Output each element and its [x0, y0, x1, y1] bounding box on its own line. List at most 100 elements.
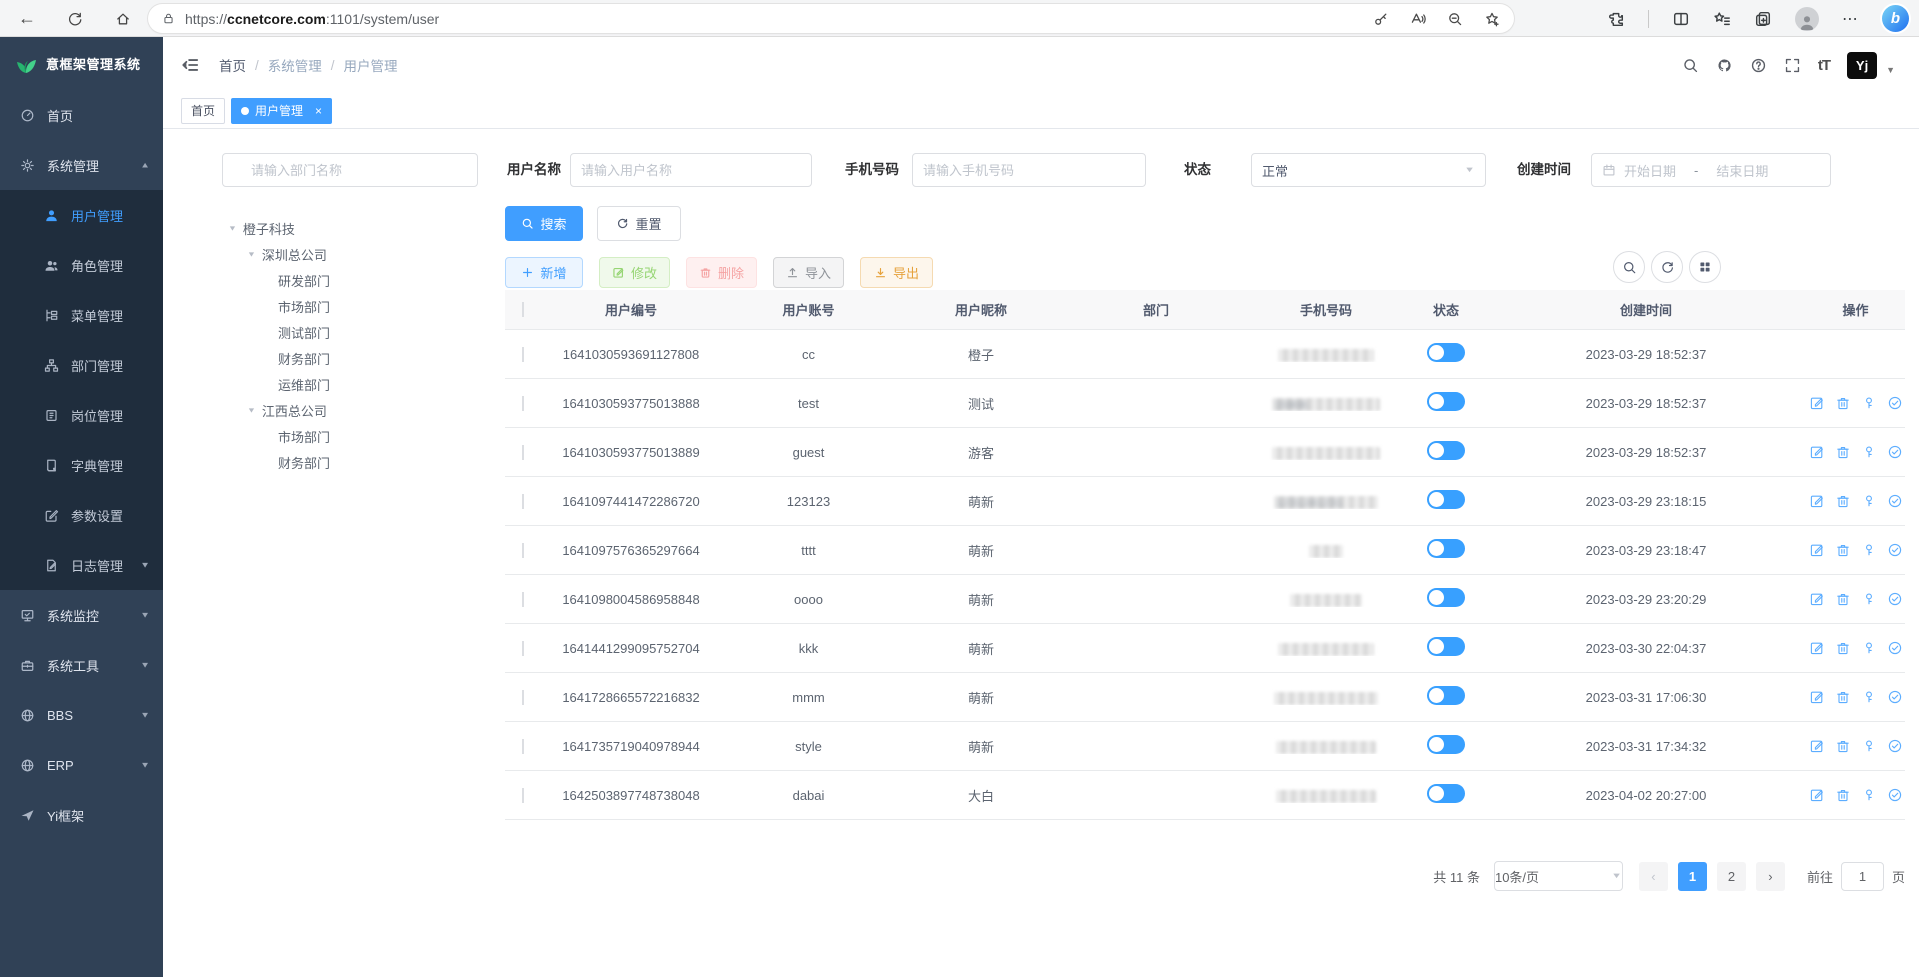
- status-select[interactable]: 正常 ▼: [1251, 153, 1486, 187]
- status-toggle[interactable]: [1427, 637, 1465, 656]
- assign-role-check-icon[interactable]: [1887, 738, 1903, 754]
- breadcrumb-system[interactable]: 系统管理: [268, 55, 322, 75]
- sidebar-item-log-mgmt[interactable]: 日志管理 ▼: [0, 540, 163, 590]
- assign-role-check-icon[interactable]: [1887, 787, 1903, 803]
- edit-icon[interactable]: [1809, 738, 1825, 754]
- assign-role-check-icon[interactable]: [1887, 640, 1903, 656]
- browser-home-icon[interactable]: [108, 4, 138, 34]
- row-checkbox[interactable]: [522, 690, 524, 705]
- prev-page-button[interactable]: ‹: [1639, 862, 1668, 891]
- delete-icon[interactable]: [1835, 689, 1851, 705]
- reset-button[interactable]: 重置: [597, 206, 681, 241]
- sidebar-item-dept-mgmt[interactable]: 部门管理: [0, 340, 163, 390]
- github-icon[interactable]: [1716, 57, 1733, 74]
- reset-password-key-icon[interactable]: [1861, 444, 1877, 460]
- status-toggle[interactable]: [1427, 539, 1465, 558]
- row-checkbox[interactable]: [522, 494, 524, 509]
- read-aloud-icon[interactable]: [1410, 11, 1426, 27]
- sidebar-item-system-monitor[interactable]: 系统监控 ▼: [0, 590, 163, 640]
- sidebar-item-bbs[interactable]: BBS ▼: [0, 690, 163, 740]
- username-input[interactable]: [570, 153, 812, 187]
- fullscreen-icon[interactable]: [1784, 57, 1801, 74]
- tree-node[interactable]: 运维部门: [222, 371, 478, 397]
- phone-input[interactable]: [912, 153, 1146, 187]
- tree-node[interactable]: 财务部门: [222, 449, 478, 475]
- tree-expand-arrow-icon[interactable]: ▼: [228, 224, 237, 232]
- tree-node[interactable]: 财务部门: [222, 345, 478, 371]
- reset-password-key-icon[interactable]: [1861, 787, 1877, 803]
- browser-refresh-icon[interactable]: [60, 4, 90, 34]
- status-toggle[interactable]: [1427, 784, 1465, 803]
- column-settings-button[interactable]: [1689, 251, 1721, 283]
- edit-icon[interactable]: [1809, 591, 1825, 607]
- reset-password-key-icon[interactable]: [1861, 640, 1877, 656]
- sidebar-item-user-mgmt[interactable]: 用户管理: [0, 190, 163, 240]
- tag-user-mgmt[interactable]: 用户管理 ×: [231, 98, 332, 124]
- sidebar-item-system-mgmt[interactable]: 系统管理 ▲: [0, 140, 163, 190]
- breadcrumb-home[interactable]: 首页: [219, 55, 246, 75]
- browser-profile-avatar[interactable]: [1795, 7, 1819, 31]
- reset-password-key-icon[interactable]: [1861, 591, 1877, 607]
- add-favorite-icon[interactable]: [1484, 11, 1500, 27]
- tree-expand-arrow-icon[interactable]: ▼: [247, 250, 256, 258]
- split-screen-icon[interactable]: [1672, 10, 1690, 28]
- tree-node[interactable]: 市场部门: [222, 423, 478, 449]
- delete-icon[interactable]: [1835, 395, 1851, 411]
- next-page-button[interactable]: ›: [1756, 862, 1785, 891]
- delete-icon[interactable]: [1835, 493, 1851, 509]
- sidebar-item-dict-mgmt[interactable]: 字典管理: [0, 440, 163, 490]
- assign-role-check-icon[interactable]: [1887, 542, 1903, 558]
- tree-expand-arrow-icon[interactable]: ▼: [247, 406, 256, 414]
- delete-icon[interactable]: [1835, 787, 1851, 803]
- sidebar-item-menu-mgmt[interactable]: 菜单管理: [0, 290, 163, 340]
- dept-search-input[interactable]: [222, 153, 478, 187]
- reset-password-key-icon[interactable]: [1861, 542, 1877, 558]
- password-key-icon[interactable]: [1373, 11, 1389, 27]
- user-avatar[interactable]: Yj: [1847, 52, 1877, 79]
- page-1-button[interactable]: 1: [1678, 862, 1707, 891]
- row-checkbox[interactable]: [522, 347, 524, 362]
- date-range-picker[interactable]: 开始日期 - 结束日期: [1591, 153, 1831, 187]
- edit-icon[interactable]: [1809, 444, 1825, 460]
- delete-icon[interactable]: [1835, 444, 1851, 460]
- row-checkbox[interactable]: [522, 788, 524, 803]
- status-toggle[interactable]: [1427, 735, 1465, 754]
- tree-node[interactable]: ▼橙子科技: [222, 215, 478, 241]
- status-toggle[interactable]: [1427, 392, 1465, 411]
- row-checkbox[interactable]: [522, 739, 524, 754]
- status-toggle[interactable]: [1427, 441, 1465, 460]
- edit-icon[interactable]: [1809, 493, 1825, 509]
- row-checkbox[interactable]: [522, 445, 524, 460]
- sidebar-item-role-mgmt[interactable]: 角色管理: [0, 240, 163, 290]
- address-bar[interactable]: https://ccnetcore.com:1101/system/user: [148, 4, 1514, 33]
- header-search-icon[interactable]: [1682, 57, 1699, 74]
- sidebar-item-erp[interactable]: ERP ▼: [0, 740, 163, 790]
- row-checkbox[interactable]: [522, 396, 524, 411]
- tree-node[interactable]: ▼江西总公司: [222, 397, 478, 423]
- tag-close-icon[interactable]: ×: [315, 104, 322, 118]
- assign-role-check-icon[interactable]: [1887, 591, 1903, 607]
- import-button[interactable]: 导入: [773, 257, 844, 288]
- page-2-button[interactable]: 2: [1717, 862, 1746, 891]
- copilot-bing-icon[interactable]: b: [1882, 5, 1909, 32]
- font-size-icon[interactable]: tT: [1818, 57, 1830, 74]
- edit-icon[interactable]: [1809, 542, 1825, 558]
- delete-button[interactable]: 删除: [686, 257, 757, 288]
- assign-role-check-icon[interactable]: [1887, 493, 1903, 509]
- edit-icon[interactable]: [1809, 787, 1825, 803]
- tree-node[interactable]: 市场部门: [222, 293, 478, 319]
- export-button[interactable]: 导出: [860, 257, 933, 288]
- row-checkbox[interactable]: [522, 641, 524, 656]
- help-icon[interactable]: [1750, 57, 1767, 74]
- delete-icon[interactable]: [1835, 542, 1851, 558]
- tag-home[interactable]: 首页: [181, 98, 225, 124]
- select-all-checkbox[interactable]: [522, 302, 524, 317]
- collections-icon[interactable]: [1754, 10, 1772, 28]
- edit-icon[interactable]: [1809, 689, 1825, 705]
- sidebar-collapse-icon[interactable]: [181, 56, 199, 74]
- sidebar-item-system-tools[interactable]: 系统工具 ▼: [0, 640, 163, 690]
- page-size-select[interactable]: 10条/页 ▼: [1494, 861, 1623, 891]
- table-search-toggle-button[interactable]: [1613, 251, 1645, 283]
- status-toggle[interactable]: [1427, 343, 1465, 362]
- edit-icon[interactable]: [1809, 395, 1825, 411]
